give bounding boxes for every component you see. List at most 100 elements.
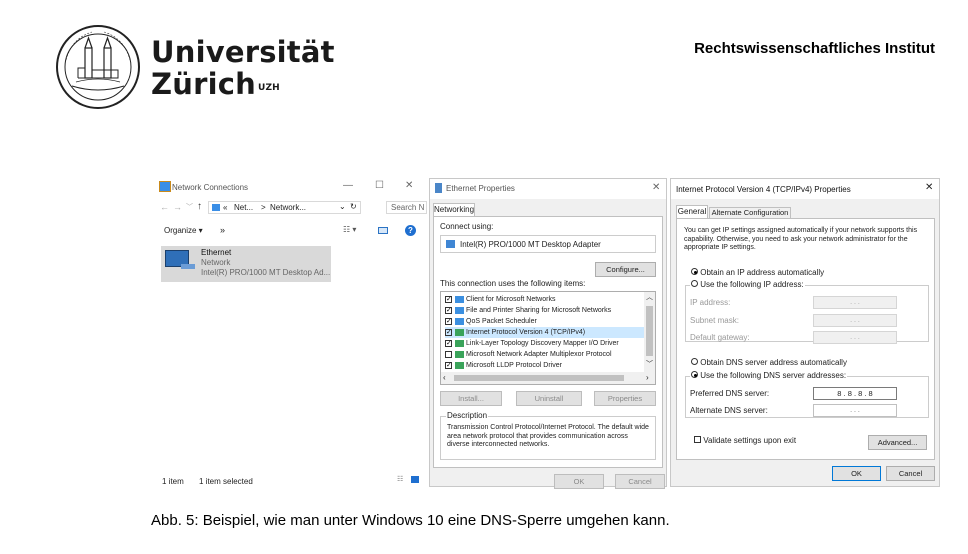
forward-arrow-icon[interactable]: → xyxy=(173,202,182,212)
ethernet-properties-dialog: Ethernet Properties ✕ Networking Connect… xyxy=(429,178,667,489)
alternate-dns-field[interactable]: . . . xyxy=(813,404,897,417)
tab-alternate-configuration[interactable]: Alternate Configuration xyxy=(709,207,791,218)
use-ip-option[interactable]: Use the following IP address: xyxy=(690,280,805,289)
maximize-button[interactable]: ☐ xyxy=(375,180,384,191)
ip-address-field[interactable]: . . . xyxy=(813,296,897,309)
institute-name: Rechtswissenschaftliches Institut xyxy=(694,40,935,57)
up-arrow-icon[interactable]: ↑ xyxy=(197,201,202,212)
props-close-button[interactable]: ✕ xyxy=(652,182,660,193)
connect-using-label: Connect using: xyxy=(440,222,494,231)
props-cancel-button[interactable]: Cancel xyxy=(615,474,665,489)
minimize-button[interactable]: — xyxy=(343,180,353,191)
properties-button[interactable]: Properties xyxy=(594,391,656,406)
items-label: This connection uses the following items… xyxy=(440,279,586,288)
checkbox[interactable] xyxy=(445,305,452,316)
configure-button[interactable]: Configure... xyxy=(595,262,656,277)
checkbox[interactable] xyxy=(445,350,452,358)
more-commands[interactable]: » xyxy=(220,225,225,235)
preview-pane-icon[interactable] xyxy=(378,227,388,234)
status-selected: 1 item selected xyxy=(199,477,253,486)
scroll-down-icon[interactable]: ﹀ xyxy=(646,359,653,369)
breadcrumb[interactable]: « Net... > Network... ⌄ ↻ xyxy=(208,201,361,214)
list-item-label: File and Printer Sharing for Microsoft N… xyxy=(466,307,612,314)
auto-ip-radio[interactable] xyxy=(691,268,698,275)
adapter-icon xyxy=(446,240,455,248)
checkbox[interactable] xyxy=(445,327,452,338)
search-input[interactable]: Search N xyxy=(386,201,427,214)
use-ip-label: Use the following IP address: xyxy=(700,280,804,289)
list-item[interactable]: Microsoft LLDP Protocol Driver xyxy=(445,360,562,371)
view-options-icon[interactable]: ☷ ▾ xyxy=(343,225,356,234)
vertical-scrollbar[interactable]: ︿ ﹀ xyxy=(644,292,655,372)
list-item[interactable]: Link-Layer Topology Discovery Mapper I/O… xyxy=(445,338,619,349)
breadcrumb-net[interactable]: Net... xyxy=(234,203,253,212)
ipv4-properties-dialog: Internet Protocol Version 4 (TCP/IPv4) P… xyxy=(670,178,940,487)
checkbox[interactable] xyxy=(445,294,452,305)
breadcrumb-network[interactable]: Network... xyxy=(270,203,306,212)
preferred-dns-field[interactable]: 8 . 8 . 8 . 8 xyxy=(813,387,897,400)
auto-ip-option[interactable]: Obtain an IP address automatically xyxy=(691,268,824,277)
list-item-label: Client for Microsoft Networks xyxy=(466,296,556,303)
network-cable-icon xyxy=(181,264,195,269)
tab-networking[interactable]: Networking xyxy=(433,203,475,216)
ipv4-close-button[interactable]: ✕ xyxy=(925,182,933,193)
use-dns-label: Use the following DNS server addresses: xyxy=(700,371,847,380)
scroll-thumb[interactable] xyxy=(646,306,653,356)
list-item[interactable]: Internet Protocol Version 4 (TCP/IPv4) xyxy=(445,327,645,338)
list-item[interactable]: Microsoft Network Adapter Multiplexor Pr… xyxy=(445,349,612,360)
uninstall-button[interactable]: Uninstall xyxy=(516,391,582,406)
subnet-mask-field[interactable]: . . . xyxy=(813,314,897,327)
university-seal-logo xyxy=(52,24,144,110)
use-dns-option[interactable]: Use the following DNS server addresses: xyxy=(690,371,848,380)
scroll-right-icon[interactable]: › xyxy=(646,373,649,382)
ethernet-adapter: Intel(R) PRO/1000 MT Desktop Ad... xyxy=(201,268,331,277)
install-button[interactable]: Install... xyxy=(440,391,502,406)
help-icon[interactable]: ? xyxy=(405,225,416,236)
search-placeholder: Search N xyxy=(391,203,425,212)
use-ip-radio[interactable] xyxy=(691,280,698,287)
use-dns-radio[interactable] xyxy=(691,371,698,378)
ipv4-ok-button[interactable]: OK xyxy=(832,466,881,481)
auto-dns-option[interactable]: Obtain DNS server address automatically xyxy=(691,358,847,367)
network-folder-icon xyxy=(159,181,171,192)
scroll-up-icon[interactable]: ︿ xyxy=(646,292,653,302)
scroll-left-icon[interactable]: ‹ xyxy=(443,373,446,382)
network-folder-small-icon xyxy=(212,204,220,211)
list-item-label: QoS Packet Scheduler xyxy=(466,318,537,325)
auto-dns-radio[interactable] xyxy=(691,358,698,365)
explorer-commandbar: Organize ▾ » ☷ ▾ ? xyxy=(157,224,427,238)
organize-menu[interactable]: Organize ▾ xyxy=(164,226,203,235)
protocol-icon xyxy=(455,328,464,336)
client-network-icon xyxy=(455,317,464,325)
back-arrow-icon[interactable]: ← xyxy=(160,202,169,212)
checkbox[interactable] xyxy=(445,316,452,327)
tab-general[interactable]: General xyxy=(676,205,708,218)
auto-dns-label: Obtain DNS server address automatically xyxy=(700,358,847,367)
description-text: Transmission Control Protocol/Internet P… xyxy=(447,424,649,448)
adapter-field: Intel(R) PRO/1000 MT Desktop Adapter xyxy=(440,235,656,253)
figure-caption: Abb. 5: Beispiel, wie man unter Windows … xyxy=(151,512,670,529)
checkbox[interactable] xyxy=(445,338,452,349)
advanced-button[interactable]: Advanced... xyxy=(868,435,927,450)
h-scroll-thumb[interactable] xyxy=(454,375,624,381)
validate-option[interactable]: Validate settings upon exit xyxy=(694,436,796,445)
validate-checkbox[interactable] xyxy=(694,436,701,443)
ipv4-cancel-button[interactable]: Cancel xyxy=(886,466,935,481)
explorer-title: Network Connections xyxy=(172,183,249,192)
close-button[interactable]: ✕ xyxy=(405,180,413,191)
large-icons-view-icon[interactable] xyxy=(411,476,419,483)
recent-chevron-icon[interactable]: ﹀ xyxy=(186,202,193,212)
horizontal-scrollbar[interactable]: ‹ › xyxy=(441,372,655,384)
explorer-titlebar: Network Connections — ☐ ✕ xyxy=(157,178,427,198)
list-item[interactable]: QoS Packet Scheduler xyxy=(445,316,537,327)
ethernet-item[interactable]: Ethernet Network Intel(R) PRO/1000 MT De… xyxy=(161,246,331,282)
alternate-dns-label: Alternate DNS server: xyxy=(690,406,768,415)
list-item[interactable]: Client for Microsoft Networks xyxy=(445,294,555,305)
checkbox[interactable] xyxy=(445,360,452,371)
props-ok-button[interactable]: OK xyxy=(554,474,604,489)
breadcrumb-dropdown-icon[interactable]: ⌄ xyxy=(339,202,346,211)
default-gateway-field[interactable]: . . . xyxy=(813,331,897,344)
details-view-icon[interactable]: ☷ xyxy=(397,475,403,483)
list-item[interactable]: File and Printer Sharing for Microsoft N… xyxy=(445,305,611,316)
refresh-icon[interactable]: ↻ xyxy=(350,202,357,211)
